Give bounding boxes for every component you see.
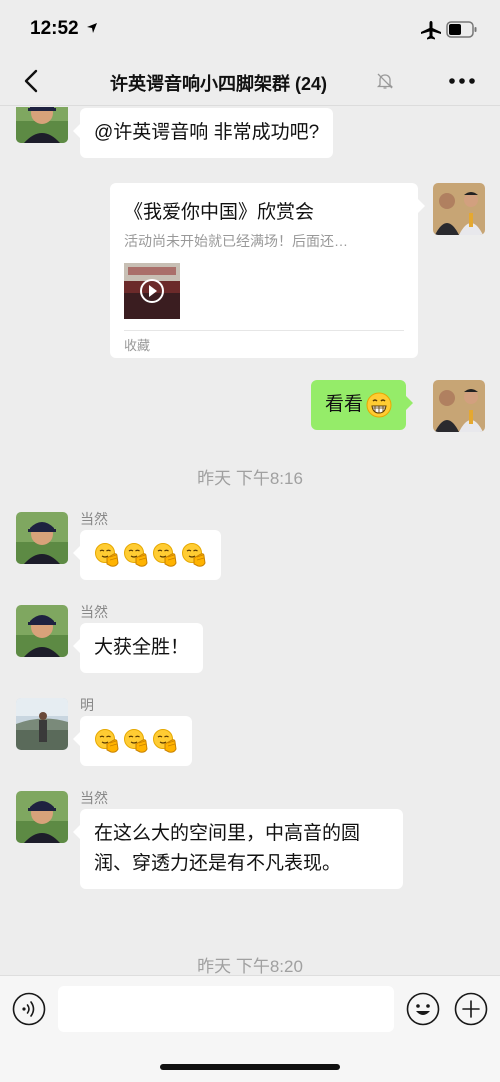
message-text: @许英谔音响 非常成功吧?	[94, 122, 320, 143]
emoji-group	[94, 540, 207, 570]
mute-icon	[376, 73, 394, 89]
message-text: 大获全胜！	[94, 637, 190, 658]
message-bubble[interactable]: 大获全胜！	[72, 623, 204, 673]
avatar-dangran[interactable]	[16, 512, 68, 564]
card-divider	[124, 330, 404, 331]
message-text: 在这么大的空间里，中高音的圆润、穿透力还是有不凡表现。	[94, 823, 361, 874]
emoji-icon[interactable]	[406, 992, 440, 1026]
chat-title: 许英谔音响小四脚架群 (24)	[110, 74, 328, 94]
message-bubble[interactable]: 在这么大的空间里，中高音的圆润、穿透力还是有不凡表现。	[73, 809, 403, 889]
message-bubble[interactable]	[73, 716, 192, 766]
clap-emoji-icon	[124, 729, 148, 753]
link-card[interactable]: 《我爱你中国》欣赏会 活动尚未开始就已经满场！后面还… 收藏	[110, 183, 425, 358]
nav-bar: 许英谔音响小四脚架群 (24)	[0, 58, 500, 106]
home-indicator	[160, 1064, 340, 1070]
card-title: 《我爱你中国》欣赏会	[124, 202, 315, 223]
message-text: 看看	[325, 394, 364, 415]
message-input[interactable]	[58, 986, 394, 1032]
airplane-icon	[421, 21, 441, 40]
avatar-ming[interactable]	[16, 698, 68, 750]
clap-emoji-icon	[124, 543, 148, 567]
timestamp: 昨天 下午8:16	[197, 469, 303, 488]
avatar-self[interactable]	[433, 183, 485, 235]
timestamp: 昨天 下午8:20	[197, 957, 303, 976]
video-thumbnail[interactable]	[124, 263, 180, 319]
message-bubble[interactable]: @许英谔音响 非常成功吧?	[72, 108, 334, 158]
avatar-dangran[interactable]	[16, 605, 68, 657]
status-bar: 12:52	[0, 0, 500, 58]
input-bar	[0, 975, 500, 1082]
sender-name: 当然	[80, 604, 108, 620]
avatar-self[interactable]	[433, 380, 485, 432]
battery-icon	[446, 21, 477, 38]
avatar-dangran[interactable]	[16, 107, 68, 143]
status-time: 12:52	[30, 18, 79, 39]
card-source: 收藏	[124, 338, 151, 353]
message-bubble-self[interactable]: 看看	[311, 380, 414, 430]
grin-emoji-icon	[366, 392, 392, 418]
clap-emoji-icon	[95, 543, 119, 567]
sender-name: 当然	[80, 790, 108, 806]
clap-emoji-icon	[153, 729, 177, 753]
plus-icon[interactable]	[454, 992, 488, 1026]
chat-area[interactable]: @许英谔音响 非常成功吧? 《我爱你中国》欣赏会 活动尚未开始就已经满场！后面还…	[0, 107, 500, 980]
message-bubble[interactable]	[73, 530, 221, 580]
location-arrow-icon	[87, 23, 97, 33]
sender-name: 当然	[80, 511, 108, 527]
back-icon[interactable]	[20, 68, 44, 94]
sender-name: 明	[80, 697, 94, 713]
card-description: 活动尚未开始就已经满场！后面还…	[124, 233, 348, 249]
voice-icon[interactable]	[12, 992, 46, 1026]
clap-emoji-icon	[95, 729, 119, 753]
clap-emoji-icon	[182, 543, 206, 567]
avatar-dangran[interactable]	[16, 791, 68, 843]
more-icon[interactable]	[446, 72, 478, 90]
emoji-group	[94, 726, 178, 756]
clap-emoji-icon	[153, 543, 177, 567]
